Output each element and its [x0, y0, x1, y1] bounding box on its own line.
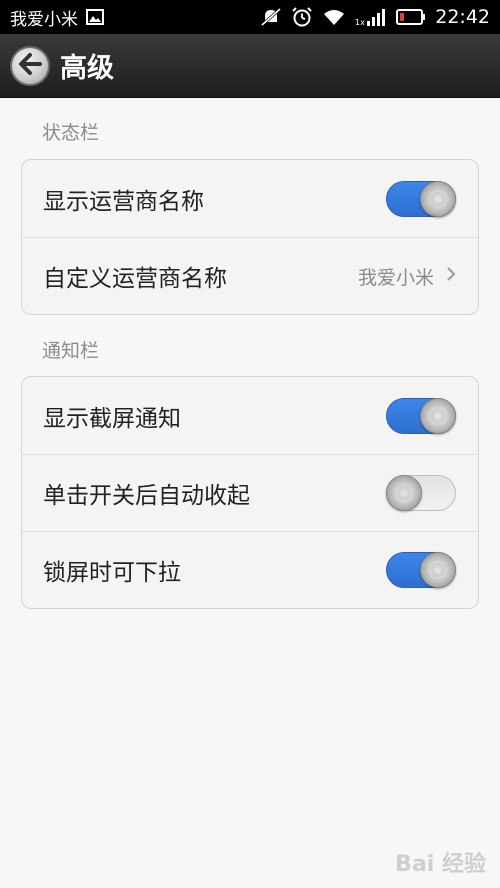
back-button[interactable]: [10, 45, 50, 86]
row-custom-carrier-name[interactable]: 自定义运营商名称 我爱小米: [22, 237, 478, 314]
alarm-icon: [291, 7, 313, 27]
mute-icon: [260, 7, 282, 27]
section-header-notification-bar: 通知栏: [42, 340, 100, 362]
row-show-screenshot-notification[interactable]: 显示截屏通知: [22, 377, 478, 454]
battery-icon: [396, 9, 426, 25]
status-right: 1x 22:42: [260, 6, 490, 28]
custom-carrier-value: 我爱小米: [357, 266, 434, 289]
toggle-knob: [420, 180, 456, 217]
show-carrier-name-toggle[interactable]: [386, 180, 456, 217]
toggle-knob: [420, 397, 456, 434]
wifi-icon: [322, 8, 346, 26]
lockscreen-pulldown-toggle[interactable]: [386, 552, 456, 588]
screenshot-notification-toggle[interactable]: [386, 397, 456, 434]
auto-collapse-toggle[interactable]: [386, 475, 456, 511]
watermark: Bai 经验: [395, 852, 486, 877]
row-auto-collapse[interactable]: 单击开关后自动收起: [22, 454, 478, 531]
image-icon: [86, 9, 104, 25]
row-show-carrier-name[interactable]: 显示运营商名称: [22, 160, 478, 237]
status-bar: 我爱小米 1x 22:42: [0, 0, 500, 34]
svg-text:1x: 1x: [355, 18, 365, 27]
row-label: 自定义运营商名称: [43, 266, 227, 292]
title-bar: 高级: [0, 34, 500, 98]
back-arrow-icon: [17, 52, 43, 80]
row-value-wrap: 我爱小米: [358, 263, 456, 290]
notification-settings-card: 显示截屏通知 单击开关后自动收起 锁屏时可下拉: [21, 376, 479, 609]
page-title: 高级: [60, 53, 114, 84]
row-lockscreen-pulldown[interactable]: 锁屏时可下拉: [22, 531, 478, 608]
toggle-knob: [386, 475, 422, 511]
carrier-name: 我爱小米: [10, 9, 78, 30]
row-label: 显示运营商名称: [43, 188, 204, 215]
status-left: 我爱小米: [10, 5, 104, 30]
row-label: 锁屏时可下拉: [43, 560, 181, 586]
row-label: 单击开关后自动收起: [43, 483, 250, 509]
status-bar-settings-card: 显示运营商名称 自定义运营商名称 我爱小米: [21, 159, 479, 315]
clock-time: 22:42: [435, 6, 490, 28]
chevron-right-icon: [446, 266, 456, 286]
signal-icon: 1x: [355, 7, 387, 27]
toggle-knob: [420, 552, 456, 588]
section-header-status-bar: 状态栏: [42, 122, 100, 144]
row-label: 显示截屏通知: [43, 405, 181, 432]
